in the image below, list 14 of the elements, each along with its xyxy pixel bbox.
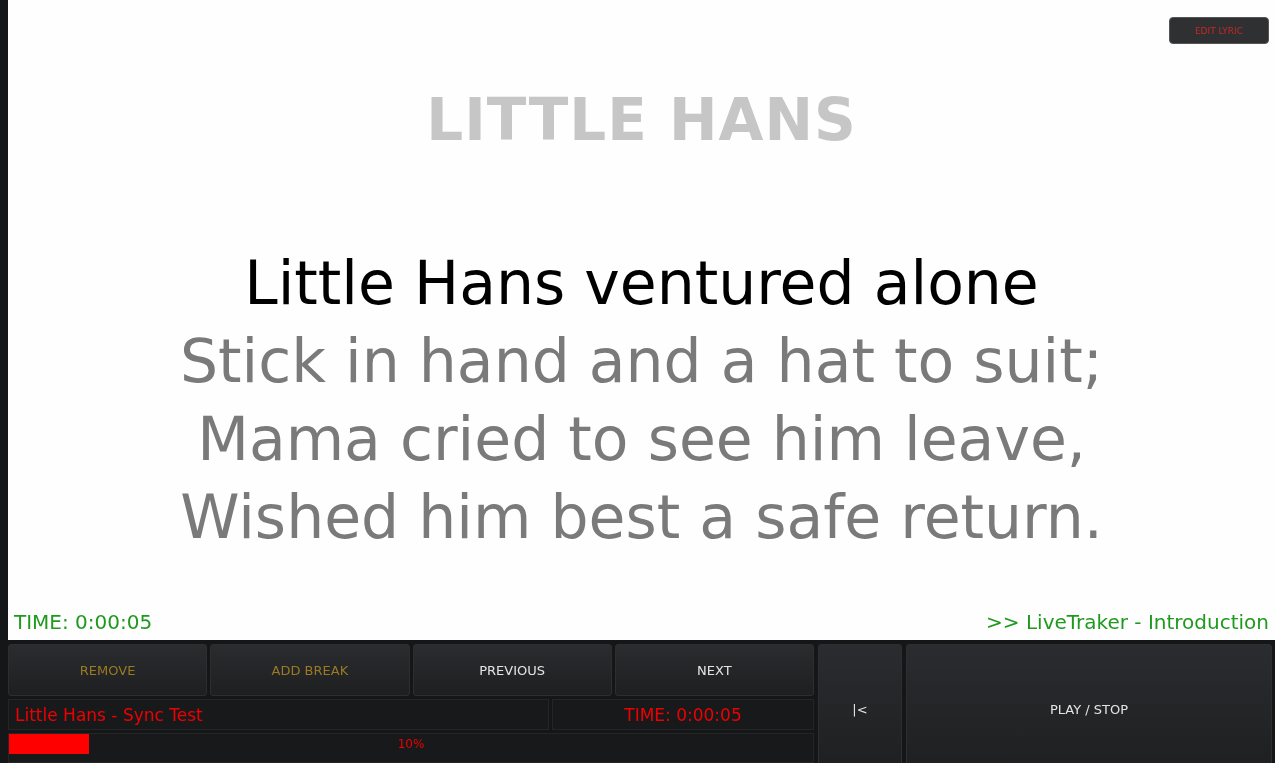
control-button[interactable]: PREVIOUS xyxy=(412,644,612,697)
track-name: Little Hans - Sync Test xyxy=(8,699,549,731)
lyric-line: Stick in hand and a hat to suit; xyxy=(180,325,1103,398)
track-time: TIME: 0:00:05 xyxy=(552,699,814,731)
lyric-line: Little Hans ventured alone xyxy=(244,247,1039,320)
lyric-line: Wished him best a safe return. xyxy=(180,481,1103,554)
progress-reading: 10% xyxy=(397,737,425,752)
elapsed-time: TIME: 0:00:05 xyxy=(14,610,153,634)
control-button[interactable]: NEXT xyxy=(614,644,814,697)
song-title: LITTLE HANS xyxy=(425,86,858,154)
lyric-line: Mama cried to see him leave, xyxy=(197,403,1086,476)
rewind-button[interactable]: |< xyxy=(818,644,902,763)
play-stop-button[interactable]: PLAY / STOP xyxy=(906,644,1272,763)
section-label: >> LiveTraker - Introduction xyxy=(986,610,1269,634)
